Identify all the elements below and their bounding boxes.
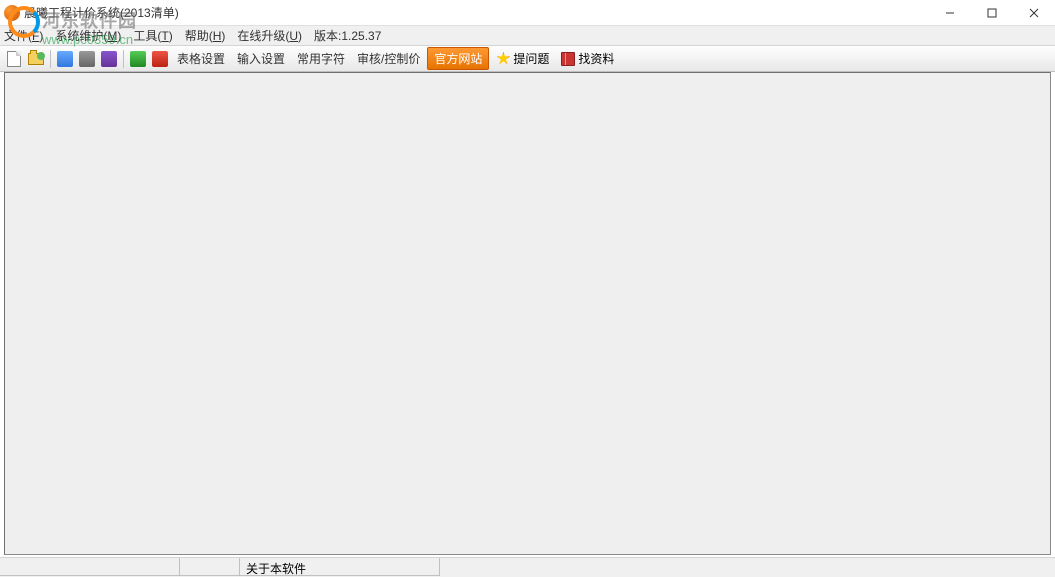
toolbar-icon-5[interactable]	[99, 49, 119, 69]
toolbar-table-settings[interactable]: 表格设置	[172, 47, 230, 70]
window-title: 晨曦工程计价系统(2013清单)	[24, 4, 179, 21]
ask-question-label: 提问题	[513, 50, 549, 67]
gray-icon	[79, 51, 95, 67]
find-material-label: 找资料	[578, 50, 614, 67]
titlebar: 晨曦工程计价系统(2013清单)	[0, 0, 1055, 26]
open-folder-icon	[28, 53, 44, 65]
green-icon	[130, 51, 146, 67]
toolbar-new-button[interactable]	[4, 49, 24, 69]
toolbar-official-site[interactable]: 官方网站	[427, 47, 489, 70]
status-cell-3: 关于本软件	[240, 558, 440, 576]
toolbar: 表格设置 输入设置 常用字符 审核/控制价 官方网站 提问题 找资料	[0, 46, 1055, 72]
toolbar-icon-7[interactable]	[150, 49, 170, 69]
toolbar-icon-4[interactable]	[77, 49, 97, 69]
toolbar-common-chars[interactable]: 常用字符	[292, 47, 350, 70]
toolbar-find-material[interactable]: 找资料	[556, 47, 619, 70]
toolbar-input-settings[interactable]: 输入设置	[232, 47, 290, 70]
toolbar-open-button[interactable]	[26, 49, 46, 69]
minimize-icon	[945, 8, 955, 18]
toolbar-separator	[50, 50, 51, 68]
main-content-area	[4, 72, 1051, 555]
close-button[interactable]	[1013, 0, 1055, 26]
status-cell-1	[0, 558, 180, 576]
statusbar: 关于本软件	[0, 557, 1055, 577]
menubar: 文件(F) 系统维护(M) 工具(T) 帮助(H) 在线升级(U) 版本:1.2…	[0, 26, 1055, 46]
maximize-icon	[987, 8, 997, 18]
menu-upgrade[interactable]: 在线升级(U)	[237, 27, 302, 44]
red-icon	[152, 51, 168, 67]
app-icon	[4, 5, 20, 21]
menu-file[interactable]: 文件(F)	[4, 27, 43, 44]
toolbar-audit-control[interactable]: 审核/控制价	[352, 47, 425, 70]
new-file-icon	[7, 51, 21, 67]
menu-tools[interactable]: 工具(T)	[133, 27, 172, 44]
menu-version: 版本:1.25.37	[314, 27, 381, 44]
minimize-button[interactable]	[929, 0, 971, 26]
status-cell-2	[180, 558, 240, 576]
close-icon	[1029, 8, 1039, 18]
maximize-button[interactable]	[971, 0, 1013, 26]
menu-maintain[interactable]: 系统维护(M)	[55, 27, 121, 44]
book-icon	[561, 52, 575, 66]
purple-icon	[101, 51, 117, 67]
menu-help[interactable]: 帮助(H)	[185, 27, 226, 44]
toolbar-ask-question[interactable]: 提问题	[491, 47, 554, 70]
blue-icon	[57, 51, 73, 67]
toolbar-separator	[123, 50, 124, 68]
star-icon	[496, 52, 510, 66]
toolbar-icon-6[interactable]	[128, 49, 148, 69]
toolbar-icon-3[interactable]	[55, 49, 75, 69]
window-controls	[929, 0, 1055, 25]
